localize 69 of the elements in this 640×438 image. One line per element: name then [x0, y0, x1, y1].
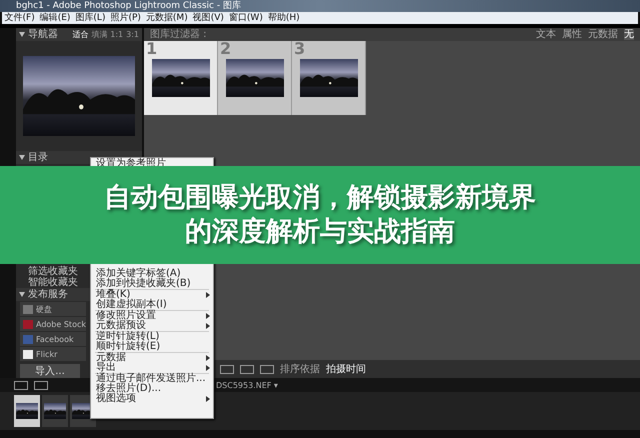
menu-item[interactable]: 导出 [91, 363, 213, 373]
filter-tab[interactable]: 属性 [562, 29, 582, 40]
menu-item[interactable]: 添加关键字标签(A) [91, 269, 213, 279]
disclosure-triangle-icon[interactable] [19, 155, 25, 160]
filmstrip-thumbnail[interactable] [42, 395, 68, 427]
publish-service[interactable]: Facebook [20, 332, 86, 346]
filter-tab[interactable]: 元数据 [588, 29, 618, 40]
photo-placeholder [226, 59, 284, 97]
service-label: Flickr [36, 348, 58, 360]
sort-value[interactable]: 拍摄时间 [326, 364, 366, 374]
service-label: Adobe Stock [36, 318, 86, 330]
menu-item[interactable]: 创建虚拟副本(I) [91, 300, 213, 310]
menu-item[interactable]: 编辑(E) [40, 12, 70, 24]
filter-tab[interactable]: 无 [624, 29, 634, 40]
disclosure-triangle-icon[interactable] [19, 32, 25, 37]
menu-item[interactable]: 图库(L) [75, 12, 106, 24]
submenu-arrow-icon [206, 292, 210, 298]
menu-item[interactable]: 堆叠(K) [91, 290, 213, 300]
menu-item[interactable]: 通过电子邮件发送照片... [91, 374, 213, 384]
menu-item[interactable]: 移去照片(D)... [91, 384, 213, 394]
menu-item[interactable]: 照片(P) [110, 12, 141, 24]
file-name[interactable]: DSC5953.NEF ▾ [216, 380, 278, 390]
zoom-option[interactable]: 1:1 [110, 29, 124, 40]
disclosure-triangle-icon[interactable] [19, 292, 25, 297]
publish-service[interactable]: 硬盘 [20, 302, 86, 316]
service-label: 硬盘 [36, 304, 52, 314]
photo-placeholder [152, 59, 210, 97]
window-title: bghc1 - Adobe Photoshop Lightroom Classic - 图库 [0, 0, 640, 12]
menu-item[interactable]: 修改照片设置 [91, 311, 213, 321]
filter-title: 图库过滤器 : [150, 29, 207, 40]
panel-header[interactable]: 目录 [28, 152, 48, 163]
screen-icon[interactable] [14, 380, 28, 390]
panel-header[interactable]: 导航器 [28, 29, 58, 40]
publish-service[interactable]: Adobe Stock [20, 317, 86, 331]
menu-item[interactable]: 添加到快捷收藏夹(B) [91, 279, 213, 289]
menu-item[interactable]: 逆时针旋转(L) [91, 332, 213, 342]
photo-placeholder [16, 403, 38, 419]
import-button[interactable]: 导入... [20, 364, 80, 378]
grid-cell[interactable]: 1 [144, 41, 218, 115]
photo-placeholder [44, 403, 66, 419]
menu-item[interactable]: 元数据(M) [146, 12, 188, 24]
zoom-option[interactable]: 适合 [72, 29, 88, 40]
service-label: Facebook [36, 334, 74, 344]
filmstrip-thumbnail[interactable] [14, 395, 40, 427]
publish-service[interactable]: Flickr [20, 347, 86, 361]
sort-label: 排序依据 [280, 364, 320, 374]
filter-tab[interactable]: 文本 [536, 29, 556, 40]
menu-item[interactable]: 视图选项 [91, 394, 213, 404]
cell-number: 2 [220, 41, 232, 57]
menu-item[interactable]: 视图(V) [192, 12, 224, 24]
photo-placeholder [300, 59, 358, 97]
view-mode-icon[interactable] [220, 364, 234, 374]
view-mode-icon[interactable] [260, 364, 274, 374]
menu-item[interactable]: 元数据预设 [91, 321, 213, 331]
panel-header[interactable]: 发布服务 [28, 289, 68, 300]
menu-item[interactable]: 帮助(H) [268, 12, 300, 24]
submenu-arrow-icon [206, 396, 210, 402]
menu-item[interactable]: 窗口(W) [228, 12, 263, 24]
banner-title-line: 自动包围曝光取消，解锁摄影新境界 [104, 181, 536, 215]
zoom-option[interactable]: 填满 [91, 29, 108, 40]
cell-number: 3 [294, 41, 306, 57]
menu-item[interactable]: 文件(F) [4, 12, 35, 24]
menu-item[interactable]: 元数据 [91, 353, 213, 363]
menu-item[interactable]: 顺时针旋转(E) [91, 342, 213, 352]
view-mode-icon[interactable] [240, 364, 254, 374]
screen-icon[interactable] [34, 380, 48, 390]
banner-title-line: 的深度解析与实战指南 [185, 215, 455, 249]
zoom-option[interactable]: 3:1 [126, 29, 139, 40]
cell-number: 1 [146, 41, 158, 57]
